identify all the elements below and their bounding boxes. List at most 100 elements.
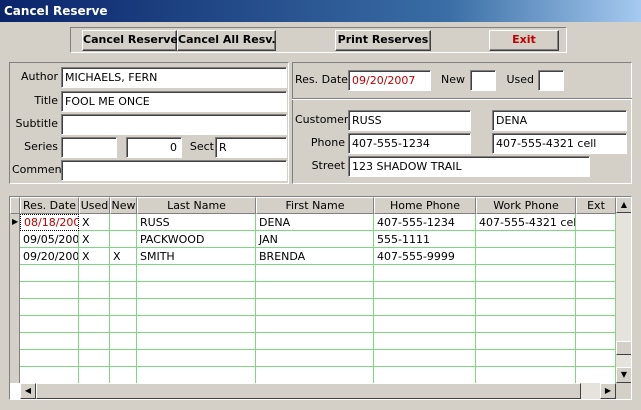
col-header-res-date[interactable]: Res. Date: [20, 197, 79, 214]
grid-empty-cell[interactable]: [110, 333, 137, 350]
title-field[interactable]: FOOL ME ONCE: [61, 91, 287, 112]
grid-empty-cell[interactable]: [110, 350, 137, 367]
cancel-all-reserves-button[interactable]: Cancel All Resv.: [177, 30, 276, 51]
grid-cell[interactable]: [576, 248, 616, 265]
scroll-up-arrow-icon[interactable]: ▲: [616, 197, 631, 213]
grid-empty-cell[interactable]: [256, 265, 374, 282]
col-header-first-name[interactable]: First Name: [256, 197, 374, 214]
author-field[interactable]: MICHAELS, FERN: [61, 67, 287, 88]
grid-empty-cell[interactable]: [576, 299, 616, 316]
grid-cell[interactable]: [576, 231, 616, 248]
grid-empty-cell[interactable]: [110, 282, 137, 299]
grid-empty-cell[interactable]: [476, 350, 576, 367]
grid-empty-cell[interactable]: [476, 282, 576, 299]
grid-empty-cell[interactable]: [476, 316, 576, 333]
col-header-ext[interactable]: Ext: [576, 197, 616, 214]
grid-cell[interactable]: 555-1111: [374, 231, 476, 248]
series-field[interactable]: [61, 137, 117, 158]
res-date-field[interactable]: 09/20/2007: [348, 70, 431, 91]
grid-empty-cell[interactable]: [256, 350, 374, 367]
grid-empty-cell[interactable]: [374, 299, 476, 316]
grid-empty-cell[interactable]: [476, 299, 576, 316]
grid-cell[interactable]: JAN: [256, 231, 374, 248]
grid-empty-cell[interactable]: [374, 282, 476, 299]
grid-empty-cell[interactable]: [256, 316, 374, 333]
grid-empty-cell[interactable]: [256, 367, 374, 384]
grid-cell[interactable]: RUSS: [137, 214, 256, 231]
print-reserves-button[interactable]: Print Reserves: [335, 30, 431, 51]
grid-empty-cell[interactable]: [374, 333, 476, 350]
grid-empty-cell[interactable]: [374, 350, 476, 367]
grid-empty-cell[interactable]: [20, 265, 79, 282]
grid-empty-cell[interactable]: [576, 367, 616, 384]
scroll-right-arrow-icon[interactable]: ▶: [600, 383, 616, 399]
grid-empty-cell[interactable]: [20, 316, 79, 333]
used-field[interactable]: [538, 70, 564, 91]
grid-empty-cell[interactable]: [374, 316, 476, 333]
vertical-scroll-thumb[interactable]: [616, 341, 631, 355]
sect-field[interactable]: R: [215, 137, 287, 158]
grid-cell[interactable]: X: [79, 231, 110, 248]
grid-empty-cell[interactable]: [374, 265, 476, 282]
grid-empty-cell[interactable]: [20, 367, 79, 384]
grid-empty-cell[interactable]: [110, 299, 137, 316]
grid-empty-cell[interactable]: [79, 367, 110, 384]
vertical-scrollbar[interactable]: ▲ ▼: [616, 197, 631, 383]
grid-cell[interactable]: DENA: [256, 214, 374, 231]
grid-cell[interactable]: [476, 248, 576, 265]
customer-last-name-field[interactable]: RUSS: [348, 110, 471, 131]
reservations-grid[interactable]: Res. Date Used New Last Name First Name …: [9, 196, 632, 400]
grid-cell[interactable]: [110, 214, 137, 231]
grid-empty-cell[interactable]: [476, 367, 576, 384]
grid-cell[interactable]: 09/20/2007: [20, 248, 79, 265]
grid-empty-cell[interactable]: [256, 282, 374, 299]
col-header-home-phone[interactable]: Home Phone: [374, 197, 476, 214]
grid-cell[interactable]: [476, 231, 576, 248]
grid-empty-cell[interactable]: [137, 265, 256, 282]
grid-empty-cell[interactable]: [374, 367, 476, 384]
home-phone-field[interactable]: 407-555-1234: [348, 133, 471, 154]
horizontal-scroll-thumb[interactable]: [36, 383, 581, 399]
col-header-last-name[interactable]: Last Name: [137, 197, 256, 214]
horizontal-scrollbar[interactable]: ◀ ▶: [20, 383, 616, 399]
grid-empty-cell[interactable]: [137, 367, 256, 384]
grid-cell[interactable]: X: [110, 248, 137, 265]
grid-empty-cell[interactable]: [20, 333, 79, 350]
grid-cell[interactable]: 407-555-9999: [374, 248, 476, 265]
subtitle-field[interactable]: [61, 114, 287, 135]
comment-field[interactable]: [61, 160, 287, 181]
grid-empty-cell[interactable]: [576, 265, 616, 282]
col-header-used[interactable]: Used: [79, 197, 110, 214]
grid-empty-cell[interactable]: [137, 316, 256, 333]
grid-cell[interactable]: X: [79, 214, 110, 231]
cancel-reserve-button[interactable]: Cancel Reserve: [82, 30, 178, 51]
grid-empty-cell[interactable]: [79, 350, 110, 367]
grid-cell[interactable]: [110, 231, 137, 248]
grid-empty-cell[interactable]: [256, 333, 374, 350]
grid-empty-cell[interactable]: [79, 282, 110, 299]
street-field[interactable]: 123 SHADOW TRAIL: [348, 156, 590, 177]
col-header-work-phone[interactable]: Work Phone: [476, 197, 576, 214]
grid-empty-cell[interactable]: [137, 350, 256, 367]
grid-empty-cell[interactable]: [79, 333, 110, 350]
grid-cell[interactable]: 08/18/2007: [20, 214, 79, 231]
grid-empty-cell[interactable]: [20, 299, 79, 316]
grid-empty-cell[interactable]: [110, 367, 137, 384]
grid-empty-cell[interactable]: [110, 265, 137, 282]
grid-cell[interactable]: X: [79, 248, 110, 265]
grid-empty-cell[interactable]: [576, 282, 616, 299]
grid-empty-cell[interactable]: [576, 350, 616, 367]
grid-cell[interactable]: 407-555-1234: [374, 214, 476, 231]
grid-cell[interactable]: SMITH: [137, 248, 256, 265]
grid-empty-cell[interactable]: [137, 299, 256, 316]
grid-empty-cell[interactable]: [476, 265, 576, 282]
grid-empty-cell[interactable]: [79, 265, 110, 282]
grid-empty-cell[interactable]: [79, 316, 110, 333]
customer-first-name-field[interactable]: DENA: [492, 110, 627, 131]
grid-cell[interactable]: PACKWOOD: [137, 231, 256, 248]
series-number-field[interactable]: 0: [126, 137, 182, 158]
scroll-down-arrow-icon[interactable]: ▼: [616, 367, 631, 383]
exit-button[interactable]: Exit: [489, 30, 559, 51]
grid-empty-cell[interactable]: [79, 299, 110, 316]
grid-empty-cell[interactable]: [476, 333, 576, 350]
